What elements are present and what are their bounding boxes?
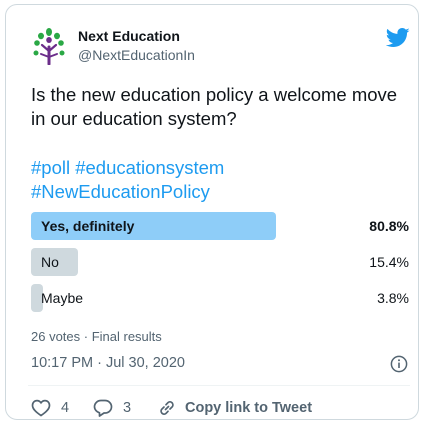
next-education-logo-icon[interactable] [32,27,66,65]
author-handle[interactable]: @NextEducationIn [78,47,195,63]
poll-option: No 15.4% [31,248,409,276]
poll-option: Maybe 3.8% [31,284,409,312]
poll-option-label: Maybe [41,290,84,306]
copy-link-label: Copy link to Tweet [185,400,313,416]
poll-results-summary: 26 votes · Final results [31,329,162,344]
poll-option: Yes, definitely 80.8% [31,212,409,240]
author-name[interactable]: Next Education [78,28,180,44]
heart-icon [31,399,51,417]
poll-option-percent: 3.8% [377,290,409,306]
tweet-card: Next Education @NextEducationIn Is the n… [5,4,419,420]
info-circle-icon[interactable] [390,355,408,373]
hashtag-line[interactable]: #poll #educationsystem [31,156,401,180]
divider [28,385,410,386]
tweet-hashtags: #poll #educationsystem #NewEducationPoli… [31,156,401,204]
twitter-bird-icon[interactable] [386,28,410,48]
poll-option-percent: 80.8% [369,218,409,234]
copy-link-button[interactable]: Copy link to Tweet [157,398,312,418]
poll-option-percent: 15.4% [369,254,409,270]
poll-option-label: Yes, definitely [41,218,135,234]
tweet-timestamp[interactable]: 10:17 PM · Jul 30, 2020 [31,355,185,371]
tweet-header: Next Education @NextEducationIn [26,22,410,66]
like-count: 4 [61,400,70,416]
poll-option-label: No [41,254,59,270]
link-icon [160,401,174,415]
reply-button[interactable]: 3 [93,398,131,418]
tweet-question: Is the new education policy a welcome mo… [31,84,398,129]
reply-bubble-icon [93,399,113,417]
poll: Yes, definitely 80.8% No 15.4% Maybe 3.8… [31,212,409,320]
like-button[interactable]: 4 [31,398,69,418]
reply-count: 3 [123,400,132,416]
hashtag-line[interactable]: #NewEducationPolicy [31,180,401,204]
